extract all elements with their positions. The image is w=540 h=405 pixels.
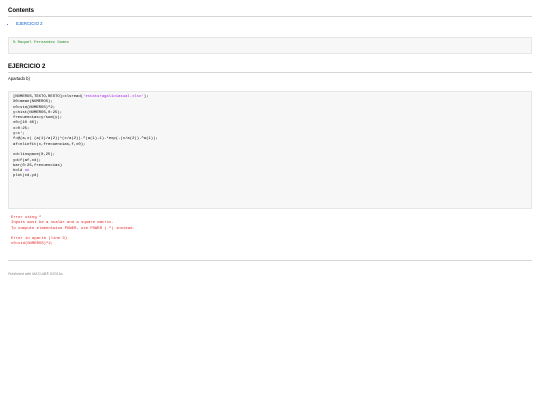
code-hold-arg: on [24,169,30,174]
code-text: ); [143,95,149,99]
code-line: plot(xd,yd) [13,174,39,179]
section-heading: EJERCICIO 2 [8,64,532,73]
published-document: Contents EJERCICIO 2 % Raquel Fernandez … [8,8,532,276]
footer-text: Published with MATLAB® R2015a [8,271,63,276]
code-text: hold [13,169,23,174]
error-line: c0=std(NUMEROS)^2; [11,242,54,247]
published-footer: Published with MATLAB® R2015a [8,259,532,276]
table-of-contents: EJERCICIO 2 [8,21,532,26]
code-string-filename: 'estaturagaliciasual.xlsx' [83,95,144,99]
toc-link-ejercicio-2[interactable]: EJERCICIO 2 [16,21,43,26]
section-subtitle: Apartado b) [8,76,30,81]
error-output: Error using ^ Inputs must be a scalar an… [8,216,532,248]
main-code-block: [NUMEROS,TEXTO,RESTO]=xlsread('estaturag… [8,91,532,209]
toc-item: EJERCICIO 2 [16,21,532,26]
code-text: [NUMEROS,TEXTO,RESTO]=xlsread( [13,95,84,99]
author-comment: % Raquel Fernandez Gomez [13,41,70,45]
author-code-block: % Raquel Fernandez Gomez [8,37,532,54]
contents-heading: Contents [8,8,532,17]
